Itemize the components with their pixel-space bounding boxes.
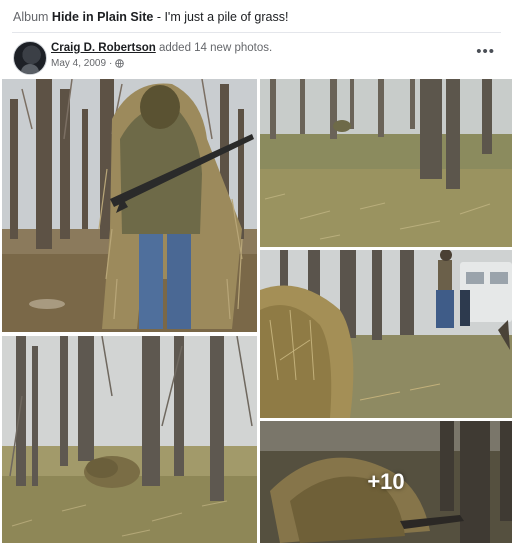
album-caption: I'm just a pile of grass! [164, 10, 289, 24]
post-header: Craig D. Robertson added 14 new photos. [51, 42, 272, 54]
avatar[interactable] [13, 41, 47, 75]
post-date[interactable]: May 4, 2009 [51, 58, 106, 69]
globe-icon [115, 59, 125, 68]
meta-separator: · [109, 58, 113, 69]
album-title-line: Album Hide in Plain Site - I'm just a pi… [13, 10, 288, 24]
photo-4[interactable] [260, 250, 512, 418]
divider [12, 32, 501, 33]
author-link[interactable]: Craig D. Robertson [51, 42, 156, 54]
post-meta: May 4, 2009 · [51, 58, 125, 69]
album-separator: - [153, 10, 165, 24]
more-options-button[interactable]: ••• [476, 44, 495, 59]
album-name-link[interactable]: Hide in Plain Site [52, 10, 153, 24]
post-action: added 14 new photos. [155, 42, 273, 54]
album-prefix: Album [13, 10, 49, 24]
photo-2[interactable] [260, 79, 512, 247]
photo-1[interactable] [2, 79, 257, 332]
photo-5[interactable]: +10 [260, 421, 512, 543]
more-photos-overlay[interactable]: +10 [260, 421, 512, 543]
photo-3[interactable] [2, 336, 257, 543]
